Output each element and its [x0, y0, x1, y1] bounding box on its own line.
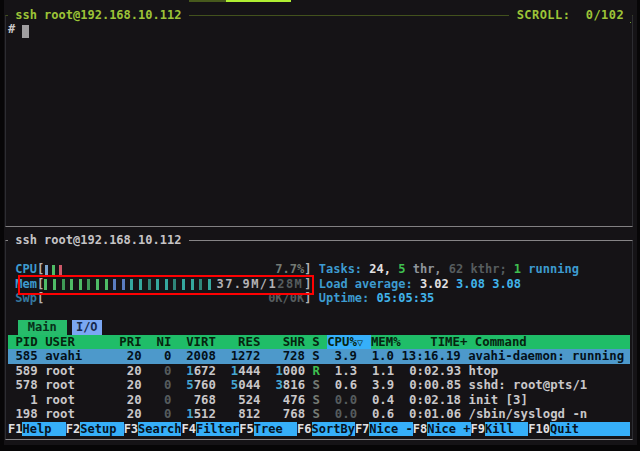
terminal-cursor	[22, 25, 30, 38]
table-row[interactable]: 585 avahi 20 0 2008 1272 728 S 3.9 1.0 1…	[8, 349, 624, 364]
tab-indicator-bright-segment	[226, 0, 291, 2]
function-key-bar[interactable]: F1Help F2Setup F3SearchF4FilterF5Tree F6…	[8, 422, 629, 437]
tab-io[interactable]: I/O	[72, 320, 103, 335]
table-row[interactable]: 589 root 20 0 1672 1444 1000 R 1.3 1.1 0…	[8, 364, 498, 379]
screen: { "terminal": { "top_tab_indicator": {"d…	[0, 0, 640, 451]
table-row[interactable]: 198 root 20 0 1512 812 768 S 0.0 0.6 0:0…	[8, 407, 587, 422]
scroll-indicator: SCROLL: 0/102	[509, 8, 632, 22]
tab-indicator-dim-segment	[189, 0, 226, 2]
bottom-pane-title: ssh root@192.168.10.112	[8, 233, 189, 247]
tab-main[interactable]: Main	[18, 320, 67, 335]
top-pane-title: ssh root@192.168.10.112	[8, 8, 189, 22]
mem-annotation-box	[18, 275, 314, 295]
shell-prompt[interactable]: #	[8, 22, 22, 37]
table-header[interactable]: PID USER PRI NI VIRT RES SHR S CPU%▽MEM%…	[8, 335, 527, 350]
table-row[interactable]: 1 root 20 0 768 524 476 S 0.0 0.4 0:02.1…	[8, 393, 528, 408]
table-row[interactable]: 578 root 20 0 5760 5044 3816 S 0.6 3.9 0…	[8, 378, 587, 393]
top-pane-frame[interactable]	[5, 15, 634, 227]
